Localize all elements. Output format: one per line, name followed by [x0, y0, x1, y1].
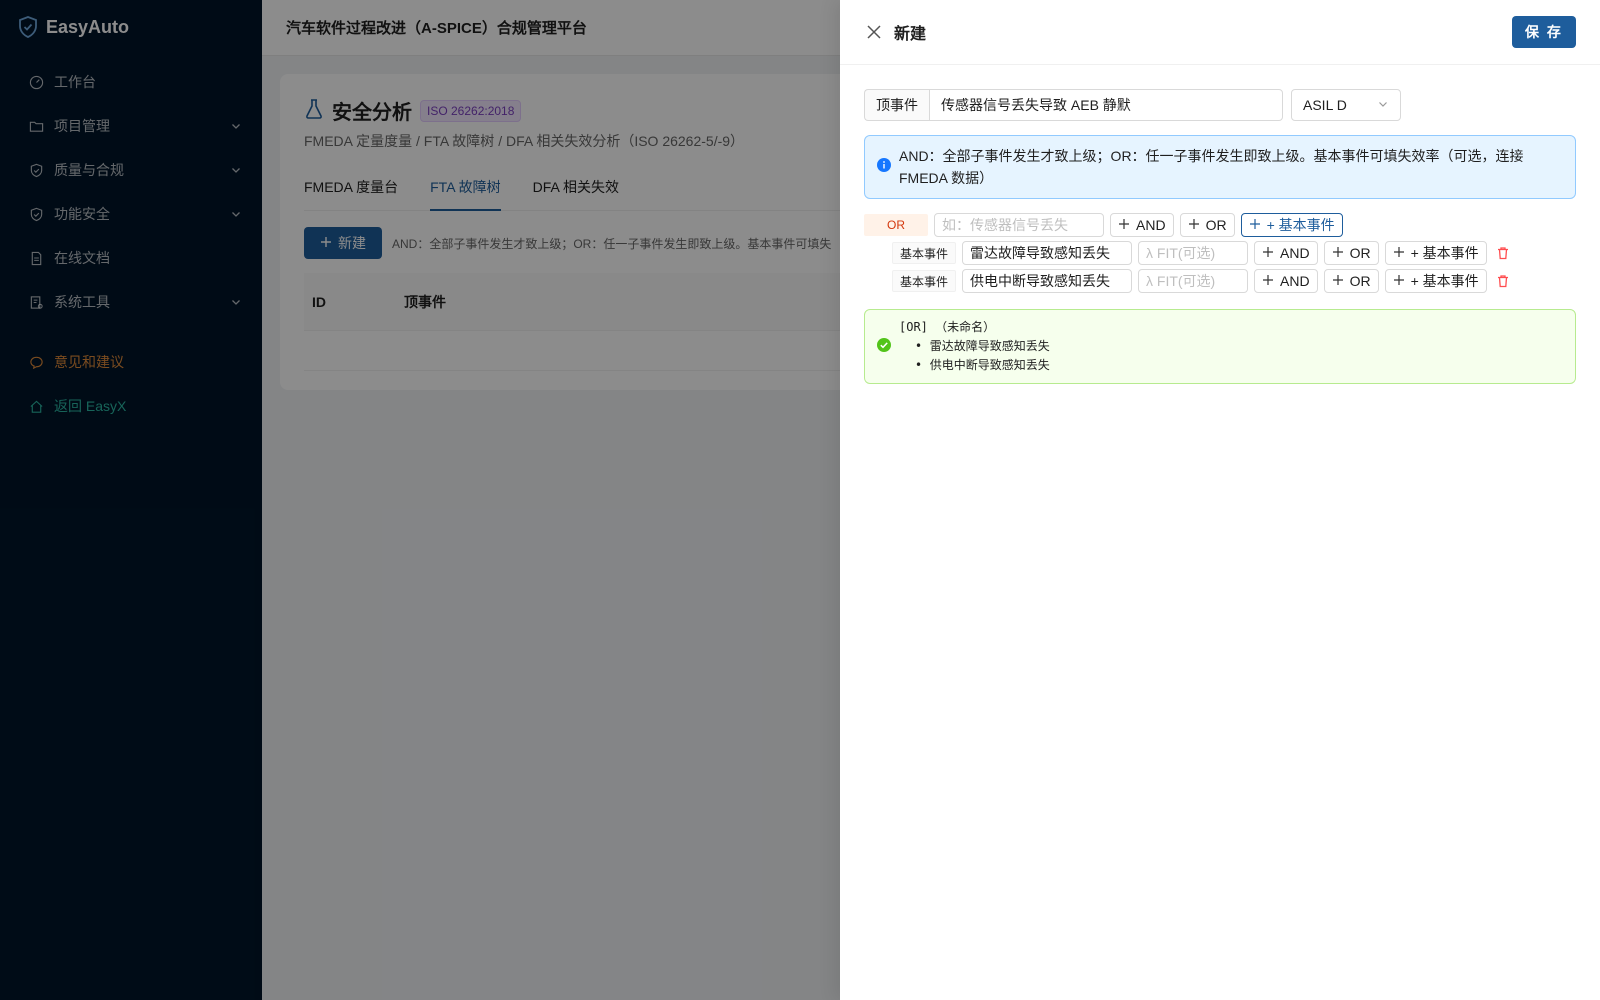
add-basic-event-button[interactable]: + 基本事件: [1240, 213, 1343, 237]
fit-placeholder: λ FIT(可选): [1146, 273, 1216, 289]
fit-input[interactable]: λ FIT(可选): [1138, 241, 1249, 265]
fit-input[interactable]: λ FIT(可选): [1138, 269, 1249, 293]
add-or-button[interactable]: OR: [1179, 213, 1235, 237]
plus-icon: [1188, 217, 1200, 233]
info-text: AND：全部子事件发生才致上级；OR：任一子事件发生即致上级。基本事件可填失效率…: [899, 148, 1524, 186]
drawer-title: 新建: [894, 26, 927, 43]
top-event-addon: 顶事件: [864, 89, 929, 121]
preview-header: [OR] （未命名）: [899, 320, 996, 334]
root-name-input[interactable]: 如：传感器信号丢失: [934, 213, 1104, 237]
fit-placeholder: λ FIT(可选): [1146, 245, 1216, 261]
add-basic-event-label: + 基本事件: [1266, 217, 1335, 233]
chevron-down-icon: [1377, 97, 1389, 113]
add-or-button[interactable]: OR: [1323, 269, 1379, 293]
tree-preview: [OR] （未命名） • 雷达故障导致感知丢失 • 供电中断导致感知丢失: [899, 318, 1050, 375]
drawer-header: 新建 保 存: [840, 0, 1600, 65]
check-circle-icon: [877, 338, 891, 355]
drawer-body: 顶事件 传感器信号丢失导致 AEB 静默 ASIL D AND：全部子事件发生才…: [840, 65, 1600, 408]
plus-icon: [1249, 217, 1261, 233]
gate-tag: OR: [864, 214, 928, 236]
add-and-button[interactable]: AND: [1254, 269, 1318, 293]
plus-icon: [1262, 273, 1274, 289]
add-basic-event-label: + 基本事件: [1410, 245, 1479, 261]
root-name-placeholder: 如：传感器信号丢失: [942, 217, 1068, 233]
basic-event-input[interactable]: 供电中断导致感知丢失: [962, 269, 1133, 293]
add-and-button[interactable]: AND: [1254, 241, 1318, 265]
add-or-button[interactable]: OR: [1323, 241, 1379, 265]
preview-line-text: 供电中断导致感知丢失: [929, 358, 1050, 372]
basic-event-tag: 基本事件: [892, 270, 957, 292]
fault-tree-editor: OR 如：传感器信号丢失 AND OR + 基本事件 基本事件 雷达故障导致感知…: [864, 211, 1576, 295]
add-basic-event-button[interactable]: + 基本事件: [1384, 241, 1487, 265]
tree-preview-alert: [OR] （未命名） • 雷达故障导致感知丢失 • 供电中断导致感知丢失: [864, 309, 1576, 384]
info-alert: AND：全部子事件发生才致上级；OR：任一子事件发生即致上级。基本事件可填失效率…: [864, 135, 1576, 199]
tree-root-row: OR 如：传感器信号丢失 AND OR + 基本事件: [864, 211, 1576, 239]
plus-icon: [1393, 245, 1405, 261]
preview-line: • 雷达故障导致感知丢失: [915, 339, 1050, 353]
delete-icon[interactable]: [1493, 269, 1513, 293]
top-event-field: 顶事件 传感器信号丢失导致 AEB 静默: [864, 89, 1283, 121]
plus-icon: [1262, 245, 1274, 261]
top-event-row: 顶事件 传感器信号丢失导致 AEB 静默 ASIL D: [864, 89, 1576, 121]
add-or-label: OR: [1349, 245, 1371, 261]
preview-line-text: 雷达故障导致感知丢失: [929, 339, 1050, 353]
plus-icon: [1332, 245, 1344, 261]
add-and-label: AND: [1280, 245, 1310, 261]
plus-icon: [1118, 217, 1130, 233]
add-and-label: AND: [1136, 217, 1166, 233]
add-or-label: OR: [1349, 273, 1371, 289]
asil-value: ASIL D: [1303, 97, 1347, 113]
plus-icon: [1332, 273, 1344, 289]
new-fta-drawer: 新建 保 存 顶事件 传感器信号丢失导致 AEB 静默 ASIL D AND：全…: [840, 0, 1600, 1000]
basic-event-input[interactable]: 雷达故障导致感知丢失: [962, 241, 1133, 265]
add-or-label: OR: [1205, 217, 1227, 233]
add-basic-event-button[interactable]: + 基本事件: [1384, 269, 1487, 293]
tree-child-row: 基本事件 供电中断导致感知丢失 λ FIT(可选) AND OR + 基本事件: [864, 267, 1576, 295]
add-and-label: AND: [1280, 273, 1310, 289]
save-button[interactable]: 保 存: [1512, 16, 1576, 48]
plus-icon: [1393, 273, 1405, 289]
delete-icon[interactable]: [1493, 241, 1513, 265]
asil-select[interactable]: ASIL D: [1291, 89, 1401, 121]
add-and-button[interactable]: AND: [1110, 213, 1174, 237]
info-icon: [877, 156, 891, 178]
basic-event-tag: 基本事件: [892, 242, 957, 264]
tree-child-row: 基本事件 雷达故障导致感知丢失 λ FIT(可选) AND OR + 基本事件: [864, 239, 1576, 267]
close-icon[interactable]: [864, 22, 884, 42]
top-event-input[interactable]: 传感器信号丢失导致 AEB 静默: [929, 89, 1283, 121]
preview-line: • 供电中断导致感知丢失: [915, 358, 1050, 372]
add-basic-event-label: + 基本事件: [1410, 273, 1479, 289]
